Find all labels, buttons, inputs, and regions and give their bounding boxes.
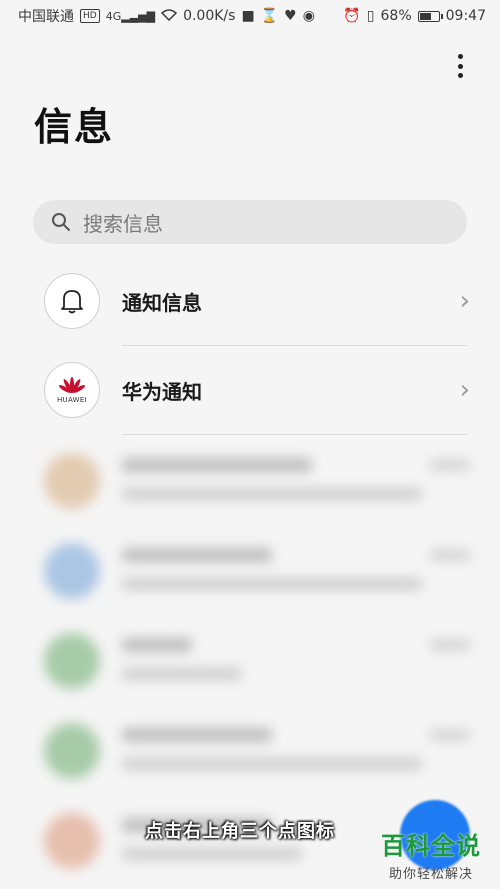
more-vertical-icon bbox=[457, 54, 463, 59]
network-speed: 0.00K/s bbox=[183, 8, 236, 24]
more-options-button[interactable] bbox=[448, 52, 472, 80]
watermark-logo: 百科全说 助你轻松解决 bbox=[376, 826, 486, 882]
battery-percent: 68% bbox=[380, 8, 412, 24]
clock: 09:47 bbox=[445, 8, 486, 24]
search-icon bbox=[52, 213, 70, 231]
search-placeholder: 搜索信息 bbox=[83, 211, 163, 236]
network-type-label: 4G bbox=[105, 9, 122, 23]
huawei-notifications-row[interactable]: HUAWEI 华为通知 › bbox=[0, 346, 500, 434]
tutorial-caption: 点击右上角三个点图标 bbox=[145, 821, 335, 842]
app-icon: ◉ bbox=[302, 8, 315, 24]
bell-icon bbox=[44, 273, 100, 329]
huawei-logo-text: HUAWEI bbox=[56, 395, 87, 404]
signal-icon: 4G▂▃▅▇ bbox=[105, 9, 156, 23]
contact-avatar bbox=[44, 723, 100, 779]
status-bar: 中国联通 HD 4G▂▃▅▇ 0.00K/s ■ ⌛ ♥ ◉ ⏰ ▯ 68% 0… bbox=[0, 0, 500, 32]
notification-messages-row[interactable]: 通知信息 › bbox=[0, 257, 500, 345]
chevron-right-icon: › bbox=[459, 375, 470, 405]
conversation-item[interactable] bbox=[0, 526, 500, 616]
contact-avatar bbox=[44, 633, 100, 689]
page-title: 信息 bbox=[34, 105, 115, 149]
contact-avatar bbox=[44, 813, 100, 869]
contact-avatar bbox=[44, 453, 100, 509]
conversation-item[interactable] bbox=[0, 616, 500, 706]
hd-badge: HD bbox=[80, 9, 100, 23]
huawei-logo-icon: HUAWEI bbox=[44, 362, 100, 418]
watermark-title: 百科全说 bbox=[381, 832, 481, 860]
watermark-subtitle: 助你轻松解决 bbox=[388, 867, 473, 882]
status-left: 中国联通 HD 4G▂▃▅▇ 0.00K/s ■ ⌛ ♥ ◉ bbox=[18, 6, 315, 26]
wifi-icon bbox=[160, 8, 178, 25]
contact-avatar bbox=[44, 543, 100, 599]
chevron-right-icon: › bbox=[459, 286, 470, 316]
hourglass-icon: ⌛ bbox=[260, 8, 279, 24]
health-icon: ♥ bbox=[284, 8, 297, 24]
video-icon: ■ bbox=[241, 8, 255, 24]
notification-messages-label: 通知信息 bbox=[122, 290, 202, 315]
status-right: ⏰ ▯ 68% 09:47 bbox=[343, 8, 486, 24]
vibrate-icon: ▯ bbox=[366, 8, 375, 24]
search-bar[interactable]: 搜索信息 bbox=[33, 200, 467, 244]
conversation-item[interactable] bbox=[0, 706, 500, 796]
carrier-label: 中国联通 bbox=[18, 9, 74, 25]
divider bbox=[122, 434, 467, 435]
alarm-icon: ⏰ bbox=[343, 8, 361, 24]
battery-icon bbox=[417, 10, 443, 22]
huawei-notifications-label: 华为通知 bbox=[122, 379, 202, 404]
huawei-petals-icon bbox=[58, 376, 86, 393]
conversation-item[interactable] bbox=[0, 436, 500, 526]
battery-fill bbox=[419, 12, 432, 20]
